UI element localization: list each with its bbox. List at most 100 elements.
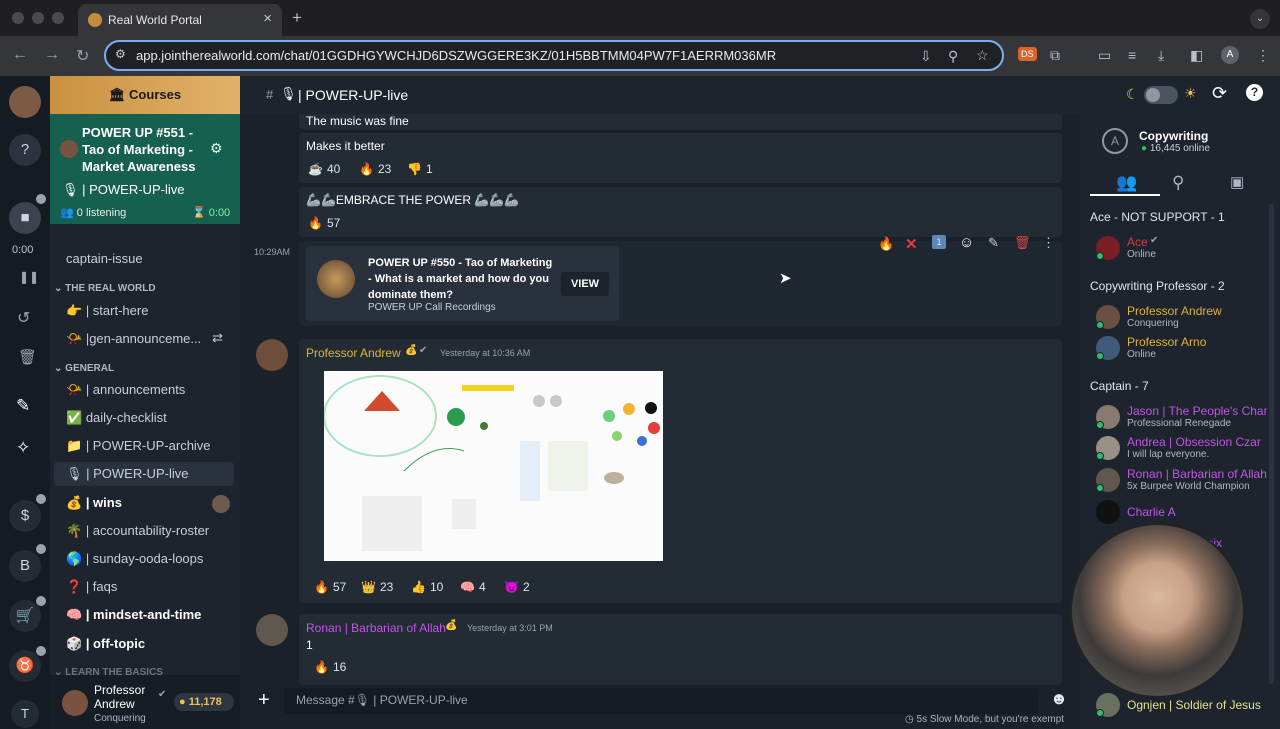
voice-channel-card[interactable]: POWER UP #551 - Tao of Marketing - Marke…	[50, 114, 240, 224]
side-panel-icon[interactable]: ◧	[1190, 47, 1203, 64]
new-tab-icon[interactable]: +	[292, 8, 302, 28]
channel-off-topic[interactable]: 🎲 | off-topic	[54, 632, 234, 656]
channel-faqs[interactable]: ❓ | faqs	[54, 575, 234, 599]
reading-list-icon[interactable]: ≡	[1128, 47, 1136, 63]
member-item[interactable]: Professor Arno Online	[1088, 333, 1278, 363]
reaction[interactable]: 🔥 16	[314, 660, 346, 680]
reaction[interactable]: ☕ 40	[308, 162, 340, 182]
reaction[interactable]: 🧠 4	[460, 580, 486, 600]
add-reaction-icon[interactable]: ☺	[959, 234, 974, 251]
user-avatar[interactable]	[256, 339, 288, 371]
message[interactable]: 🦾🦾EMBRACE THE POWER 🦾🦾🦾 🔥 57	[299, 187, 1062, 237]
extension-ds-icon[interactable]: DS	[1018, 47, 1037, 61]
back-icon[interactable]: ←	[12, 46, 28, 64]
member-item[interactable]: Ace ✔ Online	[1088, 233, 1278, 263]
member-item[interactable]: Jason | The People's Chan Professional R…	[1088, 402, 1278, 432]
delete-x-icon[interactable]: ✕	[905, 235, 918, 253]
pen-icon[interactable]: ✎	[16, 396, 30, 416]
message[interactable]: Makes it better ☕ 40 🔥 23 👎 1	[299, 133, 1062, 183]
server-ecom-icon[interactable]: 🛒	[9, 600, 41, 632]
category-general[interactable]: ⌄ GENERAL	[54, 363, 114, 374]
fire-react-icon[interactable]: 🔥	[878, 236, 894, 252]
emoji-picker-icon[interactable]: ☻	[1050, 689, 1068, 709]
minimize-window-button[interactable]	[32, 12, 44, 24]
reaction[interactable]: 👍 10	[411, 580, 443, 600]
channel-announcements[interactable]: 📯 | announcements	[54, 378, 234, 402]
cast-icon[interactable]: ▭	[1098, 47, 1111, 64]
site-info-icon[interactable]: ⚙	[115, 47, 126, 61]
reaction[interactable]: 🔥 57	[308, 216, 340, 236]
user-profile-bar[interactable]: Professor Andrew ✔ Conquering ● 11,178	[50, 675, 240, 729]
edit-icon[interactable]: ✎	[988, 235, 999, 251]
recording-card[interactable]: POWER UP #550 - Tao of Marketing - What …	[306, 246, 619, 321]
theme-toggle[interactable]	[1144, 86, 1178, 104]
view-button[interactable]: VIEW	[561, 272, 609, 296]
zoom-icon[interactable]: ⚲	[948, 48, 958, 65]
undo-icon[interactable]: ↺	[17, 308, 30, 328]
reaction[interactable]: 😈 2	[504, 580, 530, 600]
trash-icon[interactable]: 🗑	[18, 348, 37, 366]
user-initial-avatar[interactable]: T	[11, 700, 39, 728]
server-money-icon[interactable]: $	[9, 500, 41, 532]
channel-daily-checklist[interactable]: ✅ daily-checklist	[54, 406, 234, 430]
channel-start-here[interactable]: 👉 | start-here	[54, 299, 234, 323]
trash-icon[interactable]: 🗑	[1014, 235, 1031, 251]
channel-power-up-archive[interactable]: 📁 | POWER-UP-archive	[54, 434, 234, 458]
add-attachment-icon[interactable]: +	[258, 689, 270, 712]
member-item[interactable]: Andrea | Obsession Czar I will lap every…	[1088, 433, 1278, 463]
browser-menu-icon[interactable]: ⋮	[1256, 47, 1270, 64]
inbox-icon[interactable]: ▣	[1230, 173, 1244, 191]
reaction[interactable]: 👎 1	[407, 162, 433, 182]
pause-icon[interactable]: ❚❚	[19, 270, 39, 284]
category-learn-the-basics[interactable]: ⌄ LEARN THE BASICS	[54, 667, 163, 675]
members-tab-icon[interactable]: 👥	[1116, 173, 1137, 193]
forward-icon[interactable]: →	[44, 46, 60, 64]
channel-gen-announcements[interactable]: 📯 |gen-announceme...	[54, 327, 214, 351]
channel-accountability-roster[interactable]: 🌴 | accountability-roster	[54, 519, 234, 543]
help-icon[interactable]: ?	[9, 134, 41, 166]
channel-captain-issue[interactable]: captain-issue	[54, 247, 234, 271]
reaction[interactable]: 👑 23	[361, 580, 393, 600]
reload-icon[interactable]: ↻	[76, 46, 89, 66]
close-window-button[interactable]	[12, 12, 24, 24]
member-item[interactable]: Ognjen | Soldier of Jesus	[1088, 690, 1278, 720]
close-tab-icon[interactable]: ×	[263, 10, 272, 27]
reaction[interactable]: 🔥 23	[359, 162, 391, 182]
channel-mindset-and-time[interactable]: 🧠 | mindset-and-time	[54, 603, 234, 627]
member-item[interactable]: Ronan | Barbarian of Allah 5x Burpee Wor…	[1088, 465, 1278, 495]
channel-sunday-ooda-loops[interactable]: 🌎 | sunday-ooda-loops	[54, 547, 234, 571]
user-avatar[interactable]	[256, 614, 288, 646]
stop-icon[interactable]: ■	[9, 202, 41, 234]
category-the-real-world[interactable]: ⌄ THE REAL WORLD	[54, 283, 156, 294]
more-options-icon[interactable]: ⋮	[1042, 235, 1055, 251]
server-avatar[interactable]	[9, 86, 41, 118]
address-bar[interactable]: ⚙ app.jointherealworld.com/chat/01GGDHGY…	[104, 40, 1004, 71]
tab-search-icon[interactable]: ⌄	[1250, 9, 1270, 29]
search-icon[interactable]: ⚲	[1172, 173, 1184, 193]
channel-wins[interactable]: 💰 | wins	[54, 491, 204, 515]
number-one-icon[interactable]: 1	[932, 235, 946, 249]
server-bull-icon[interactable]: ♉	[9, 650, 41, 682]
install-app-icon[interactable]: ⇩	[920, 48, 932, 65]
download-icon[interactable]: ⤓	[1158, 47, 1164, 64]
message[interactable]: Ronan | Barbarian of Allah 💰 Yesterday a…	[299, 614, 1062, 685]
reaction[interactable]: 🔥 57	[314, 580, 346, 600]
settings-gear-icon[interactable]: ⚙	[210, 140, 223, 157]
mindmap-image[interactable]	[323, 371, 663, 561]
member-item[interactable]: Charlie A	[1088, 497, 1278, 527]
extensions-puzzle-icon[interactable]: ⧉	[1050, 47, 1060, 64]
url-text[interactable]: app.jointherealworld.com/chat/01GGDHGYWC…	[136, 48, 776, 63]
server-crypto-icon[interactable]: B	[9, 550, 41, 582]
message[interactable]: POWER UP #550 - Tao of Marketing - What …	[299, 234, 1062, 326]
profile-avatar-icon[interactable]: A	[1221, 46, 1239, 64]
refresh-icon[interactable]: ⟳	[1212, 83, 1227, 104]
message-author[interactable]: Professor Andrew	[306, 346, 401, 360]
message[interactable]: Professor Andrew 💰 ✔ Yesterday at 10:36 …	[299, 339, 1062, 603]
browser-tab[interactable]: Real World Portal ×	[78, 4, 282, 36]
channel-power-up-live[interactable]: 🎙 | POWER-UP-live	[54, 462, 234, 486]
magic-icon[interactable]: ✧	[16, 438, 30, 458]
maximize-window-button[interactable]	[52, 12, 64, 24]
help-icon[interactable]: ?	[1246, 84, 1263, 101]
coin-balance[interactable]: ● 11,178	[174, 693, 234, 711]
member-scrollbar[interactable]	[1269, 204, 1274, 684]
